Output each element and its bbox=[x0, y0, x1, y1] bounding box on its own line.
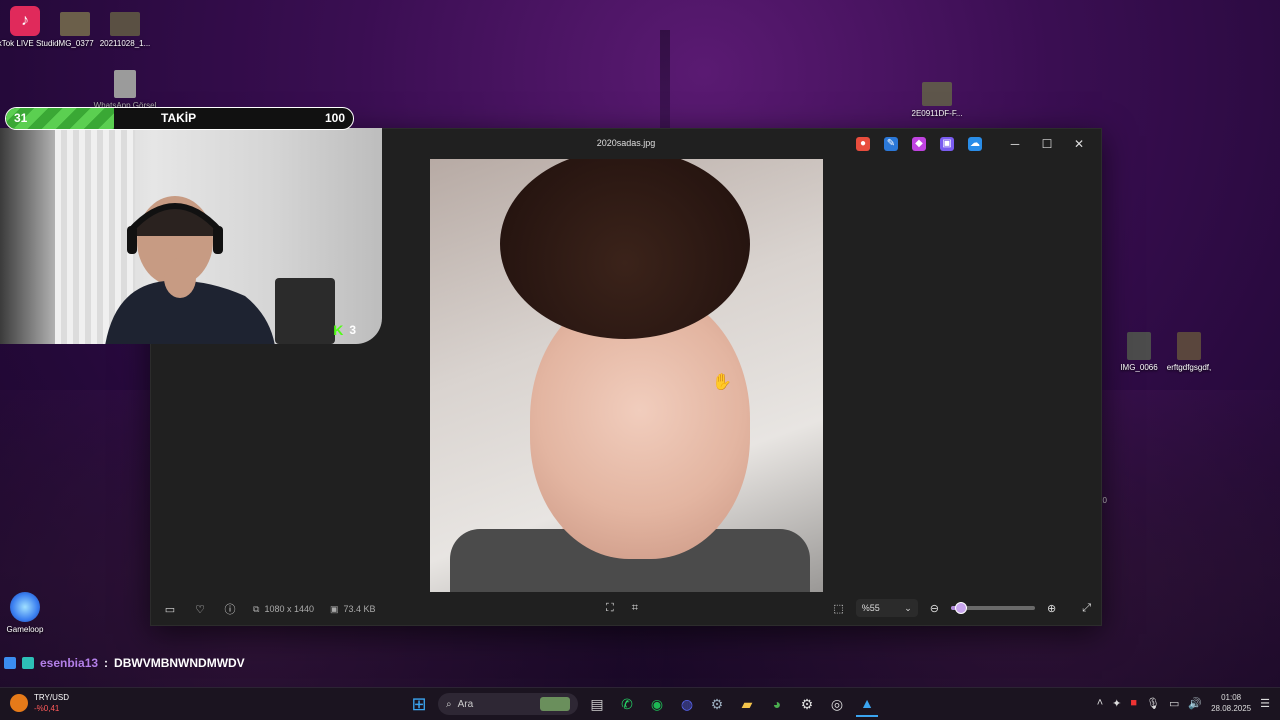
clock-date: 28.08.2025 bbox=[1211, 704, 1252, 713]
clock-time: 01:08 bbox=[1221, 693, 1242, 702]
stock-icon bbox=[10, 694, 28, 712]
zoom-select[interactable]: %55 ⌄ bbox=[855, 599, 918, 617]
desktop-icon-2e0911df[interactable]: 2E0911DF-F... bbox=[900, 82, 974, 119]
designer-icon[interactable]: ▣ bbox=[940, 137, 954, 151]
photo-hair bbox=[500, 159, 750, 339]
desktop-icon-erftgdfgsgdf[interactable]: erftgdfgsgdf, bbox=[1152, 332, 1226, 373]
search-highlight-image bbox=[540, 697, 570, 711]
chevron-up-icon[interactable]: ˄ bbox=[1097, 697, 1103, 709]
crop-icon[interactable]: ⌗ bbox=[632, 602, 638, 615]
visual-search-icon[interactable]: ⛶ bbox=[606, 602, 614, 615]
network-icon[interactable]: ▭ bbox=[1169, 697, 1179, 710]
tray-red-app-icon[interactable]: ■ bbox=[1130, 697, 1137, 709]
info-icon[interactable]: ⓘ bbox=[223, 602, 237, 616]
whatsapp-icon[interactable]: ✆ bbox=[616, 692, 638, 716]
kick-icon: K bbox=[333, 322, 344, 338]
titlebar-app-icons: ● ✎ ◆ ▣ ☁ bbox=[856, 137, 982, 151]
follow-goal-target: 100 bbox=[324, 111, 345, 125]
fit-to-window-icon[interactable]: ⬚ bbox=[833, 602, 843, 615]
image-thumbnail-icon bbox=[1177, 332, 1201, 360]
dimensions-icon: ⧉ bbox=[253, 603, 260, 614]
webcam-person bbox=[105, 196, 275, 344]
follow-goal-bar: 31 TAKİP 100 bbox=[5, 107, 354, 130]
stock-change: -%0,41 bbox=[34, 704, 60, 713]
filesize-text: 73.4 KB bbox=[343, 604, 376, 614]
maximize-icon[interactable]: ☐ bbox=[1031, 133, 1063, 155]
chat-separator: : bbox=[104, 656, 109, 670]
follow-goal-label: TAKİP bbox=[161, 111, 197, 125]
windows-start-icon[interactable]: ⊞ bbox=[408, 692, 430, 716]
dimensions-text: 1080 x 1440 bbox=[264, 604, 314, 614]
search-icon: ⌕ bbox=[446, 698, 452, 710]
taskbar-search[interactable]: ⌕ Ara bbox=[438, 693, 578, 715]
copilot-icon[interactable]: ● bbox=[856, 137, 870, 151]
image-thumbnail-icon bbox=[922, 82, 952, 106]
chevron-down-icon: ⌄ bbox=[904, 602, 912, 613]
kick-count: 3 bbox=[349, 323, 356, 337]
zoom-slider[interactable] bbox=[950, 602, 1035, 614]
tiktok-icon: ♪ bbox=[10, 6, 40, 36]
close-icon[interactable]: ✕ bbox=[1063, 133, 1095, 155]
viewer-bottom-bar: ▭ ♡ ⓘ ⧉ 1080 x 1440 ▣ 73.4 KB ⛶ ⌗ ⬚ %55 … bbox=[151, 593, 1101, 625]
displayed-photo[interactable] bbox=[430, 159, 823, 592]
hand-cursor-icon: ✋ bbox=[712, 374, 732, 391]
zoom-in-icon[interactable]: ⊕ bbox=[1047, 602, 1056, 615]
desktop-icon-label: erftgdfgsgdf, bbox=[1166, 363, 1212, 372]
webcam-overlay: K 3 bbox=[0, 128, 382, 344]
spotify-icon[interactable]: ◉ bbox=[646, 692, 668, 716]
filmstrip-icon[interactable]: ▭ bbox=[163, 602, 177, 616]
kick-viewer-badge: K 3 bbox=[333, 322, 356, 338]
chat-text: DBWVMBNWNDMWDV bbox=[114, 656, 245, 670]
stock-widget[interactable]: TRY/USD -%0,41 bbox=[10, 692, 69, 714]
chat-badge-icon bbox=[22, 657, 34, 669]
disk-icon: ▣ bbox=[329, 603, 339, 614]
notification-icon[interactable]: ☰ bbox=[1260, 697, 1270, 710]
desktop-icon-label: 20211028_1... bbox=[99, 39, 151, 48]
taskbar-apps: ⊞ ⌕ Ara ▤ ✆ ◉ ◍ ⚙ ▰ ◕ ⚙ ◎ ▲ bbox=[408, 691, 878, 717]
recording-app-icon[interactable]: ◎ bbox=[826, 692, 848, 716]
chat-badge-icon bbox=[4, 657, 16, 669]
desktop-icon-gameloop[interactable]: Gameloop bbox=[0, 592, 62, 635]
file-explorer-icon[interactable]: ▰ bbox=[736, 692, 758, 716]
image-thumbnail-icon bbox=[1127, 332, 1151, 360]
photos-app-icon[interactable]: ▲ bbox=[856, 691, 878, 717]
gameloop-icon bbox=[10, 592, 40, 622]
discord-icon[interactable]: ◍ bbox=[676, 692, 698, 716]
taskbar: TRY/USD -%0,41 ⊞ ⌕ Ara ▤ ✆ ◉ ◍ ⚙ ▰ ◕ ⚙ ◎… bbox=[0, 687, 1280, 720]
zoom-value: %55 bbox=[861, 603, 880, 613]
image-thumbnail-icon bbox=[114, 70, 136, 98]
desktop-icon-img-20211028[interactable]: 20211028_1... bbox=[88, 12, 162, 49]
clipchamp-icon[interactable]: ◆ bbox=[912, 137, 926, 151]
system-tray: ˄ ✦ ■ 🎙 ▭ 🔊 01:08 28.08.2025 ☰ bbox=[1097, 692, 1270, 714]
desktop-icon-label: 2E0911DF-F... bbox=[911, 109, 963, 118]
clock[interactable]: 01:08 28.08.2025 bbox=[1211, 692, 1251, 714]
search-placeholder: Ara bbox=[457, 698, 474, 710]
zoom-slider-knob[interactable] bbox=[955, 602, 968, 614]
task-view-icon[interactable]: ▤ bbox=[586, 692, 608, 716]
file-size: ▣ 73.4 KB bbox=[330, 604, 376, 615]
image-thumbnail-icon bbox=[60, 12, 90, 36]
fullscreen-icon[interactable]: ⤢ bbox=[1082, 602, 1091, 615]
follow-goal-current: 31 bbox=[14, 111, 28, 125]
zoom-out-icon[interactable]: ⊖ bbox=[930, 602, 939, 615]
image-thumbnail-icon bbox=[110, 12, 140, 36]
favorite-heart-icon[interactable]: ♡ bbox=[193, 602, 207, 616]
chat-message: esenbia13 : DBWVMBNWNDMWDV bbox=[4, 656, 245, 670]
chrome-icon[interactable]: ◕ bbox=[766, 692, 788, 716]
image-dimensions: ⧉ 1080 x 1440 bbox=[253, 604, 314, 615]
steam-icon[interactable]: ⚙ bbox=[706, 692, 728, 716]
desktop-icon-label: Gameloop bbox=[6, 625, 44, 634]
tray-app-icon[interactable]: ✦ bbox=[1112, 697, 1121, 710]
webcam-chair bbox=[275, 278, 335, 344]
onedrive-icon[interactable]: ☁ bbox=[968, 137, 982, 151]
volume-icon[interactable]: 🔊 bbox=[1188, 697, 1202, 710]
stock-symbol: TRY/USD bbox=[34, 693, 69, 702]
settings-gear-icon[interactable]: ⚙ bbox=[796, 692, 818, 716]
window-controls: ─ ☐ ✕ bbox=[999, 133, 1095, 155]
minimize-icon[interactable]: ─ bbox=[999, 133, 1031, 155]
microphone-icon[interactable]: 🎙 bbox=[1146, 697, 1160, 710]
chat-username: esenbia13 bbox=[40, 656, 99, 670]
edit-icon[interactable]: ✎ bbox=[884, 137, 898, 151]
